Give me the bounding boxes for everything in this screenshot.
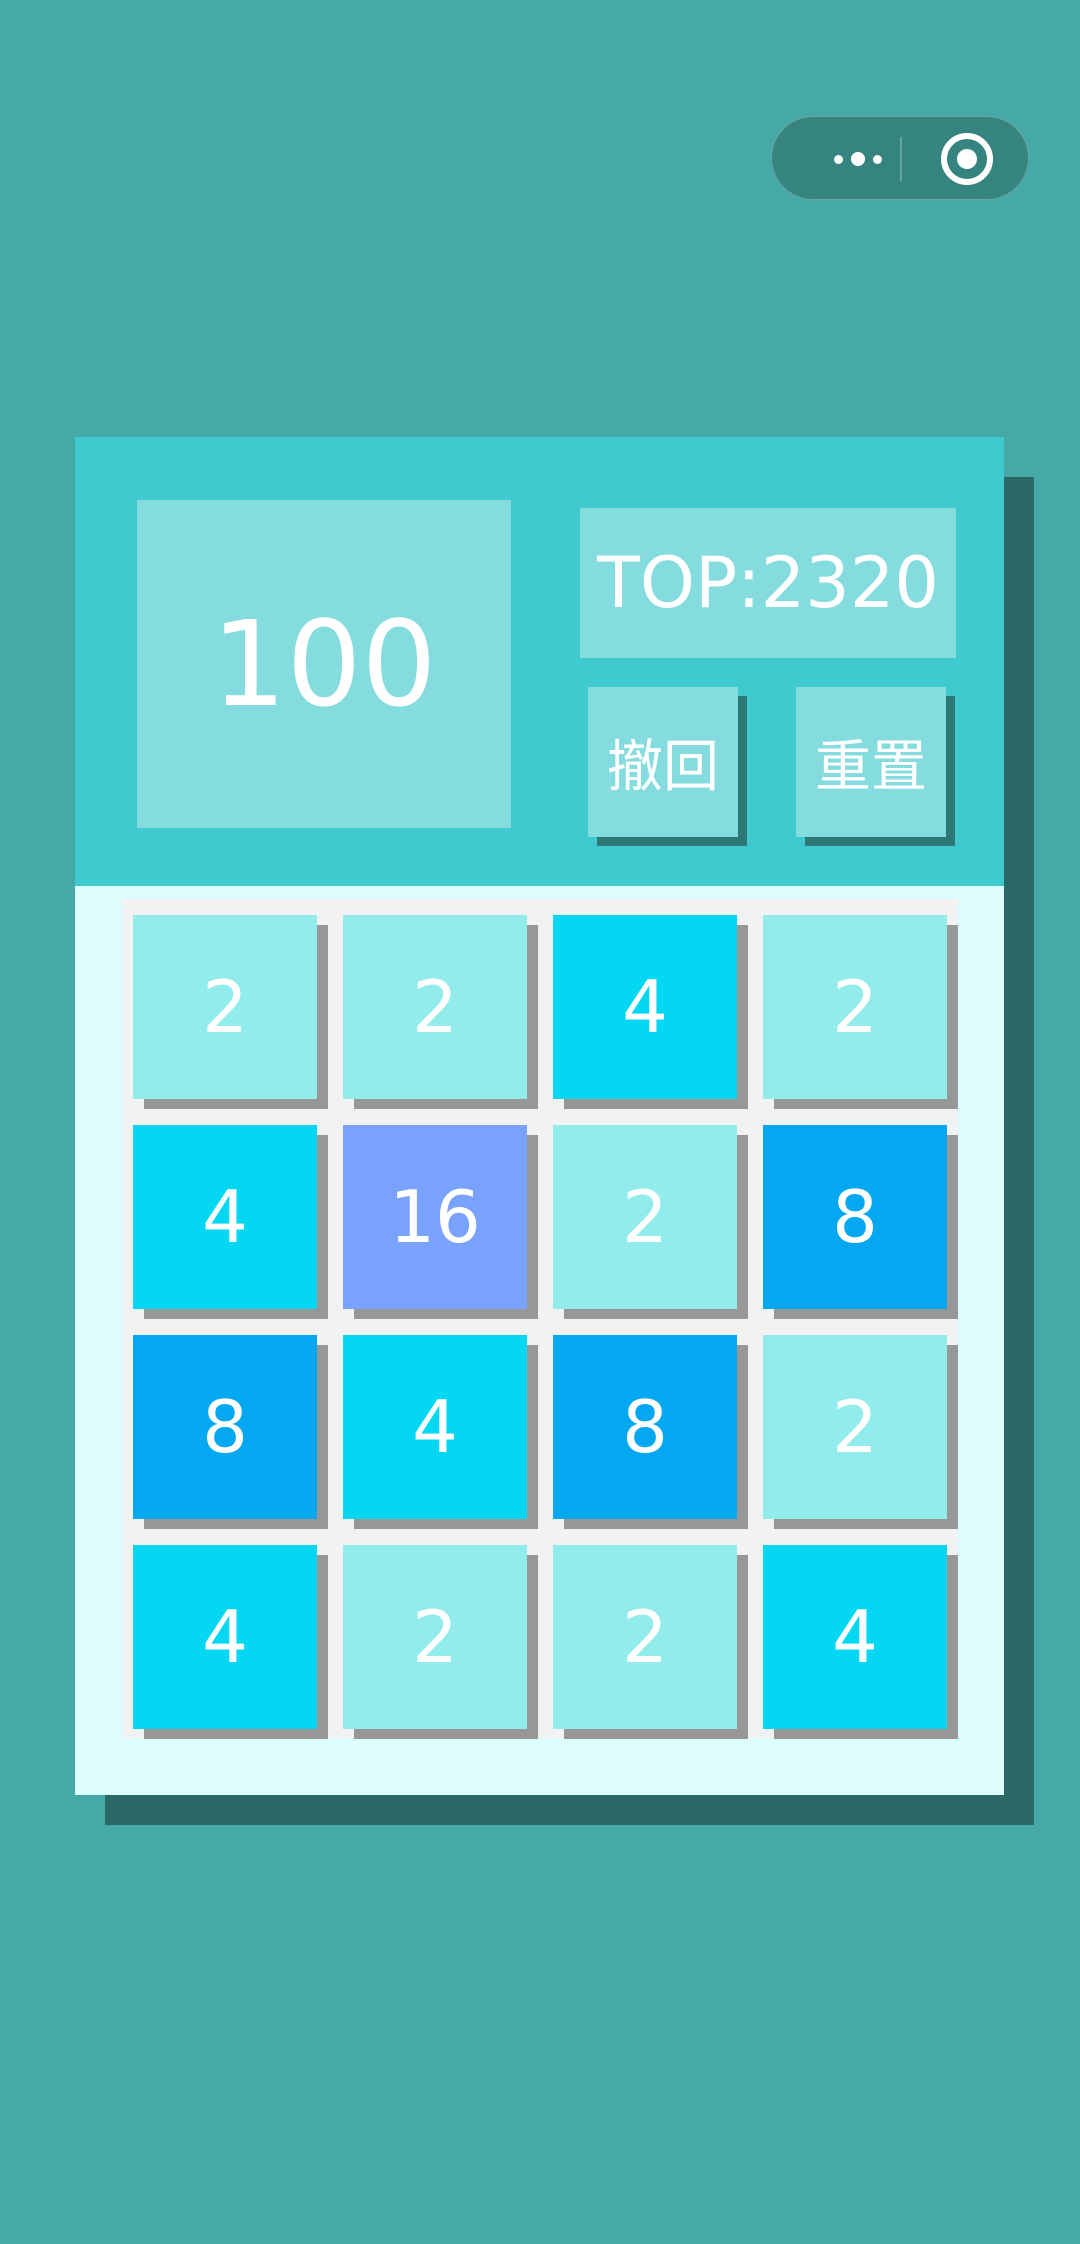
reset-button[interactable]: 重置	[796, 687, 946, 837]
tile: 2	[763, 1335, 947, 1519]
game-panel: 100 TOP:2320 撤回 重置 2 2 4 2 4 16 2 8 8 4 8 2 4 2 2 4	[75, 437, 1004, 1795]
tile-cell: 4	[133, 1125, 328, 1319]
game-header: 100 TOP:2320 撤回 重置	[75, 437, 1004, 886]
best-score: TOP:2320	[580, 508, 956, 658]
tile-cell: 8	[553, 1335, 748, 1529]
tile: 16	[343, 1125, 527, 1309]
undo-button[interactable]: 撤回	[588, 687, 738, 837]
tile-cell: 2	[763, 915, 958, 1109]
tile-cell: 8	[133, 1335, 328, 1529]
tile: 4	[343, 1335, 527, 1519]
tile: 2	[343, 1545, 527, 1729]
capsule-divider	[900, 137, 902, 181]
target-circle-icon[interactable]	[941, 133, 993, 185]
tile-cell: 2	[763, 1335, 958, 1529]
undo-button-wrap: 撤回	[588, 687, 747, 846]
tile-cell: 4	[343, 1335, 538, 1529]
tile: 4	[553, 915, 737, 1099]
tile-cell: 4	[133, 1545, 328, 1739]
tile: 4	[133, 1125, 317, 1309]
tile-cell: 2	[553, 1125, 748, 1319]
tile-cell: 8	[763, 1125, 958, 1319]
tile-cell: 2	[553, 1545, 748, 1739]
tile-cell: 16	[343, 1125, 538, 1319]
more-dots-icon[interactable]	[808, 143, 908, 175]
tile-cell: 4	[763, 1545, 958, 1739]
tile-cell: 2	[133, 915, 328, 1109]
tile: 2	[553, 1125, 737, 1309]
tile: 2	[133, 915, 317, 1099]
tile: 8	[553, 1335, 737, 1519]
current-score: 100	[137, 500, 511, 828]
tile: 2	[763, 915, 947, 1099]
tile-cell: 2	[343, 915, 538, 1109]
mini-program-capsule	[771, 116, 1029, 200]
game-grid: 2 2 4 2 4 16 2 8 8 4 8 2 4 2 2 4	[122, 899, 958, 1739]
tile-cell: 2	[343, 1545, 538, 1739]
tile: 2	[553, 1545, 737, 1729]
tile: 2	[343, 915, 527, 1099]
reset-button-wrap: 重置	[796, 687, 955, 846]
tile: 4	[133, 1545, 317, 1729]
tile: 8	[133, 1335, 317, 1519]
tile-cell: 4	[553, 915, 748, 1109]
tile: 4	[763, 1545, 947, 1729]
tile: 8	[763, 1125, 947, 1309]
